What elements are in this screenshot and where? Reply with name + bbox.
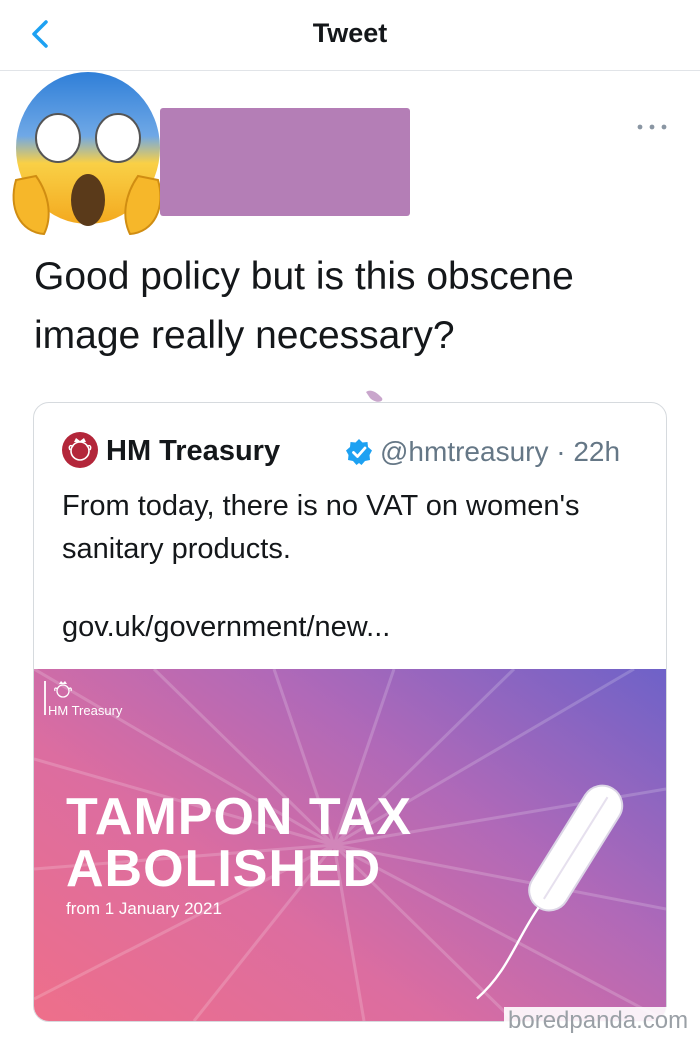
banner-headline-line1: TAMPON TAX — [66, 788, 413, 846]
ellipsis-icon — [637, 124, 667, 130]
screaming-face-emoji — [12, 72, 162, 236]
quoted-handle-time: @hmtreasury · 22h — [380, 436, 621, 467]
verified-badge-icon — [346, 439, 372, 465]
banner-divider — [44, 681, 46, 715]
royal-crest-icon — [54, 681, 72, 698]
crest-avatar-icon — [62, 432, 98, 468]
more-options-button[interactable] — [634, 118, 670, 136]
quoted-tweet-card[interactable]: HM Treasury @hmtreasury · 22h From today… — [33, 402, 667, 1022]
banner-headline: TAMPON TAX ABOLISHED — [66, 791, 412, 895]
quoted-tweet-header: HM Treasury @hmtreasury · 22h — [62, 431, 662, 471]
avatar[interactable] — [6, 68, 168, 238]
quoted-tweet-link[interactable]: gov.uk/government/new... — [62, 611, 390, 644]
tweet-text: Good policy but is this obscene image re… — [34, 255, 574, 357]
tampon-illustration — [476, 784, 624, 1000]
banner-org-label: HM Treasury — [48, 703, 123, 718]
quoted-author-name[interactable]: HM Treasury — [106, 435, 280, 468]
page-title: Tweet — [312, 18, 388, 48]
redacted-username — [160, 108, 410, 216]
quoted-tweet-text: From today, there is no VAT on women's s… — [62, 490, 580, 565]
banner-subtext: from 1 January 2021 — [66, 899, 222, 918]
banner-headline-line2: ABOLISHED — [66, 840, 382, 898]
top-bar: Tweet — [0, 0, 700, 71]
watermark: boredpanda.com — [504, 1007, 695, 1035]
tweet-image-banner[interactable]: HM Treasury TAMPON TAX ABOLISHED from 1 … — [34, 669, 666, 1021]
